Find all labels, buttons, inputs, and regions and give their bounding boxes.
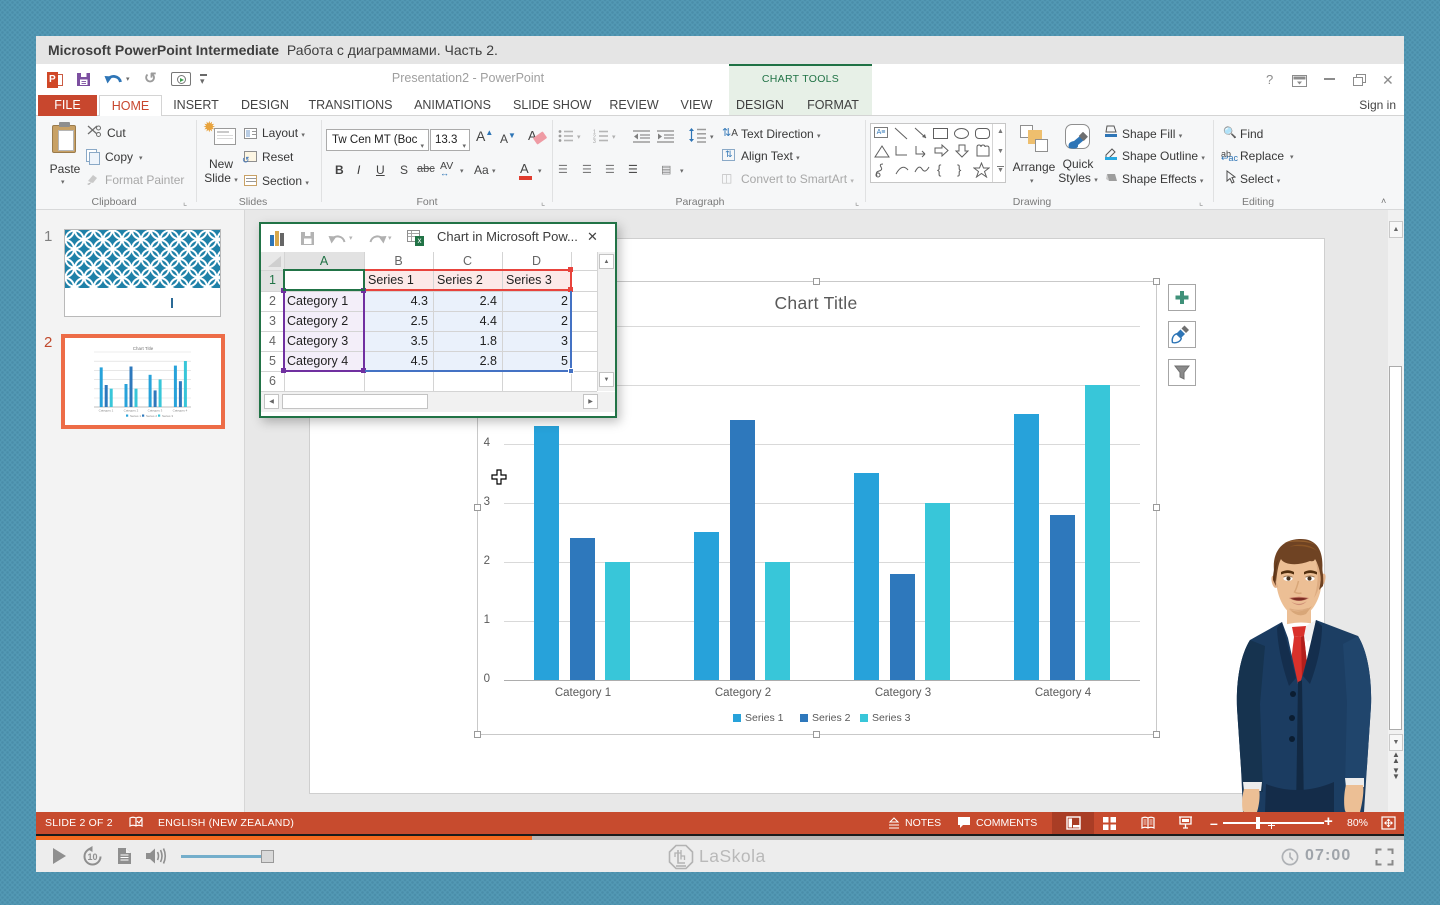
svg-text:Series 3: Series 3 (162, 414, 173, 418)
svg-text:Chart Title: Chart Title (133, 346, 154, 351)
svg-text:3: 3 (593, 139, 596, 143)
svg-text:10: 10 (87, 852, 97, 862)
svg-text:Category 4: Category 4 (173, 409, 188, 413)
svg-text:Category 1: Category 1 (99, 409, 114, 413)
svg-text:Category 3: Category 3 (148, 409, 163, 413)
svg-text:Series 1: Series 1 (130, 414, 141, 418)
svg-text:Series 2: Series 2 (146, 414, 157, 418)
svg-text:Category 2: Category 2 (124, 409, 139, 413)
